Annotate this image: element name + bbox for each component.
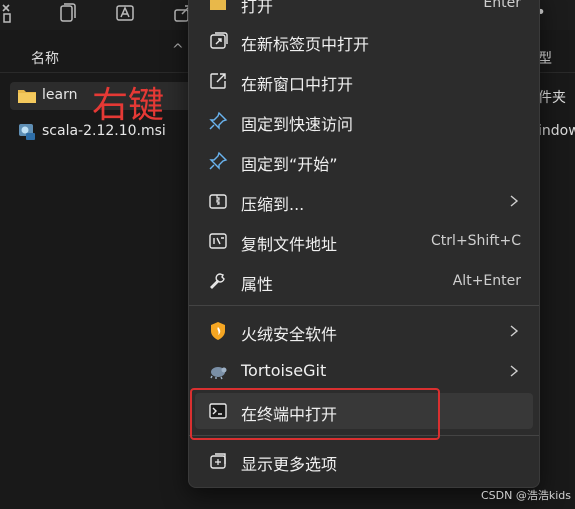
menu-item-label: 在新窗口中打开 — [241, 75, 354, 94]
menu-item-pin-to-start[interactable]: 固定到“开始” — [195, 143, 533, 179]
file-type: 件夹 — [538, 90, 566, 106]
copy-path-icon — [208, 231, 228, 251]
shield-icon — [208, 321, 228, 341]
menu-item-label: 固定到快速访问 — [241, 115, 354, 134]
menu-item-pin-quick-access[interactable]: 固定到快速访问 — [195, 103, 533, 139]
annotation-right-click: 右键 — [92, 85, 165, 126]
menu-separator — [189, 305, 539, 306]
folder-icon — [17, 87, 37, 105]
chevron-right-icon — [507, 191, 521, 211]
menu-item-tortoisegit[interactable]: TortoiseGit — [195, 353, 533, 389]
menu-item-label: 属性 — [241, 275, 274, 294]
menu-item-open[interactable]: 打开 Enter — [195, 0, 533, 21]
file-type: indow — [538, 123, 575, 139]
highlight-annotation-box — [190, 388, 440, 440]
menu-item-properties[interactable]: 属性 Alt+Enter — [195, 263, 533, 299]
new-window-icon — [208, 71, 228, 91]
menu-item-show-more-options[interactable]: 显示更多选项 — [195, 443, 533, 479]
menu-item-shortcut: Alt+Enter — [452, 273, 521, 289]
chevron-right-icon — [507, 321, 521, 341]
menu-item-open-in-new-window[interactable]: 在新窗口中打开 — [195, 63, 533, 99]
menu-item-label: 打开 — [241, 0, 274, 16]
menu-item-shortcut: Ctrl+Shift+C — [431, 233, 521, 249]
menu-item-shortcut: Enter — [483, 0, 521, 11]
tortoisegit-icon — [208, 361, 228, 381]
pin-icon — [208, 111, 228, 131]
menu-item-label: 复制文件地址 — [241, 235, 338, 254]
wrench-icon — [208, 271, 228, 291]
chevron-right-icon — [507, 361, 521, 381]
menu-item-label: 压缩到... — [241, 195, 305, 214]
new-tab-icon — [208, 31, 228, 51]
pin-icon — [208, 151, 228, 171]
menu-item-label: 火绒安全软件 — [241, 325, 338, 344]
file-name: learn — [42, 87, 78, 103]
watermark: CSDN @浩浩kids — [481, 489, 571, 502]
rename-icon[interactable] — [114, 2, 136, 24]
chevron-up-icon[interactable]: ^ — [172, 42, 184, 58]
menu-item-open-in-new-tab[interactable]: 在新标签页中打开 — [195, 23, 533, 59]
copy-icon[interactable] — [56, 2, 78, 24]
more-options-icon — [208, 451, 228, 471]
column-type-header[interactable]: 型 — [538, 48, 552, 68]
menu-item-copy-path[interactable]: 复制文件地址 Ctrl+Shift+C — [195, 223, 533, 259]
column-name-header[interactable]: 名称 — [31, 48, 59, 68]
menu-item-huorong[interactable]: 火绒安全软件 — [195, 313, 533, 349]
cut-icon[interactable] — [0, 2, 22, 24]
menu-item-label: 显示更多选项 — [241, 455, 338, 474]
menu-item-label: TortoiseGit — [241, 361, 327, 380]
msi-installer-icon — [17, 123, 37, 141]
menu-item-label: 固定到“开始” — [241, 155, 338, 174]
zip-icon — [208, 191, 228, 211]
menu-item-compress-to[interactable]: 压缩到... — [195, 183, 533, 219]
folder-open-icon — [208, 0, 228, 13]
menu-item-label: 在新标签页中打开 — [241, 35, 370, 54]
